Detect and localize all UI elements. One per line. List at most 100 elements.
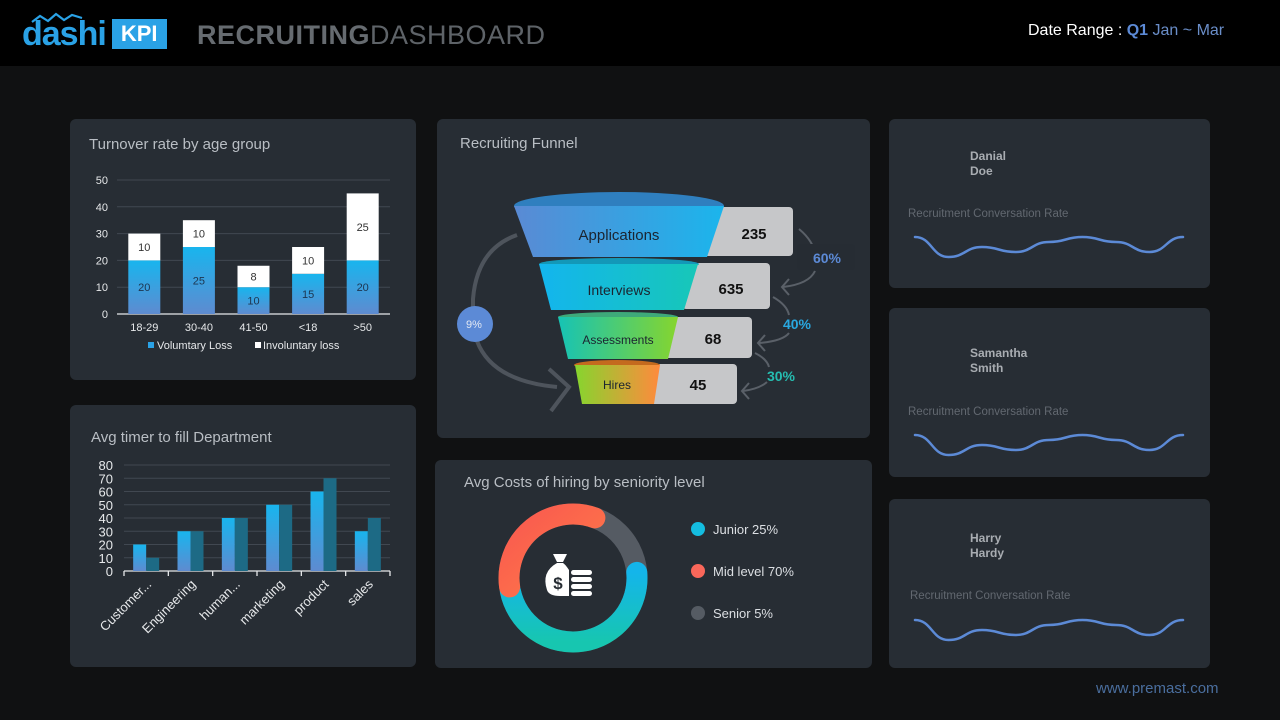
legend-swatch (255, 342, 261, 348)
top-bar: dashi KPI RECRUITINGDASHBOARD Date Range… (0, 0, 1280, 66)
y-tick-label: 40 (99, 511, 113, 526)
x-tick-label: marketing (236, 577, 287, 628)
date-quarter: Q1 (1126, 22, 1149, 39)
bar-series-1 (133, 544, 147, 571)
y-tick-label: 10 (99, 551, 113, 566)
bar-series-2 (279, 504, 293, 571)
fill-time-chart: 01020304050607080Customer...Engineeringh… (97, 458, 391, 636)
funnel-stage-label: Assessments (582, 333, 653, 347)
x-tick-label: 30-40 (185, 322, 213, 334)
y-tick-label: 10 (96, 282, 108, 294)
turnover-chart: 0 10 20 30 40 50 20 10 18-29 25 10 30-40 10 8 41-50 15 1… (96, 175, 390, 352)
sparkline (913, 618, 1185, 642)
legend-swatch (148, 342, 154, 348)
y-tick-label: 80 (99, 458, 113, 473)
data-label: 8 (250, 271, 256, 283)
money-bag-icon: $ (545, 554, 592, 596)
data-label: 10 (247, 296, 259, 308)
overall-conversion-rate: 9% (466, 319, 482, 331)
y-tick-label: 50 (96, 175, 108, 187)
y-tick-label: 40 (96, 202, 108, 214)
bar-series-2 (234, 518, 248, 571)
conversion-rate: 60% (813, 250, 842, 266)
legend-label: Volumtary Loss (157, 340, 233, 352)
donut-slice-junior (499, 561, 648, 653)
bar-series-1 (221, 518, 235, 571)
sparkline-path (913, 433, 1185, 457)
x-tick-label: sales (344, 576, 376, 608)
data-label: 20 (357, 282, 369, 294)
y-tick-label: 70 (99, 471, 113, 486)
funnel-stage-value: 235 (741, 226, 766, 243)
person-card[interactable]: Harry Hardy Recruitment Conversation Rate (889, 499, 1210, 668)
x-tick-label: 18-29 (130, 322, 158, 334)
y-tick-label: 20 (96, 255, 108, 267)
bar-series-1 (310, 491, 324, 571)
x-tick-label: >50 (353, 322, 372, 334)
data-label: 25 (193, 276, 205, 288)
title-light: DASHBOARD (370, 20, 546, 50)
y-tick-label: 0 (102, 309, 108, 321)
bar-series-1 (177, 531, 191, 571)
funnel-stage-value: 45 (690, 377, 707, 394)
y-tick-label: 30 (96, 229, 108, 241)
bar-series-2 (323, 478, 337, 571)
legend-dot (691, 606, 705, 620)
bar-series-1 (354, 531, 368, 571)
funnel-graphic: Applications Interviews Assessments Hire… (457, 192, 855, 413)
sparkline-path (913, 618, 1185, 642)
bar-series-2 (146, 557, 160, 571)
legend-label: Junior 25% (713, 522, 778, 537)
turnover-card: Turnover rate by age group 0 10 20 30 40 50 20… (70, 119, 416, 380)
fill-time-card: Avg timer to fill Department 0 10 20 30 40 50… (70, 405, 416, 667)
legend-dot (691, 522, 705, 536)
x-tick-label: 41-50 (239, 322, 267, 334)
data-label: 20 (138, 282, 150, 294)
person-card[interactable]: Samantha Smith Recruitment Conversation R… (889, 308, 1210, 477)
legend-dot (691, 564, 705, 578)
y-tick-label: 50 (99, 498, 113, 513)
data-label: 10 (138, 242, 150, 254)
funnel-stage-label: Hires (603, 378, 631, 392)
sparkline (913, 235, 1185, 259)
logo-text: dashi (22, 12, 107, 52)
svg-text:$: $ (553, 574, 563, 593)
person-card[interactable]: Danial Doe Recruitment Conversation Rate (889, 119, 1210, 288)
funnel-stage-value: 635 (718, 281, 743, 298)
title-bold: RECRUITING (197, 20, 370, 50)
date-label: Date Range : (1028, 22, 1123, 39)
data-label: 10 (302, 255, 314, 267)
data-label: 15 (302, 289, 314, 301)
bar-series-1 (266, 504, 280, 571)
funnel-stage-label: Applications (579, 227, 660, 244)
logo-wave-icon (31, 12, 83, 23)
funnel-stage-label: Interviews (587, 282, 650, 298)
x-tick-label: <18 (299, 322, 318, 334)
legend-label: Senior 5% (713, 606, 773, 621)
y-tick-label: 60 (99, 485, 113, 500)
costs-card: Avg Costs of hiring by seniority level $… (435, 460, 872, 668)
funnel-stage-value: 68 (705, 331, 722, 348)
data-label: 25 (357, 222, 369, 234)
sparkline (913, 433, 1185, 457)
date-months: Jan ~ Mar (1152, 22, 1225, 39)
y-tick-label: 30 (99, 524, 113, 539)
sparkline-path (913, 235, 1185, 259)
date-range[interactable]: Date Range : Q1 Jan ~ Mar (1028, 22, 1224, 40)
data-label: 10 (193, 229, 205, 241)
costs-donut-chart: $ Junior 25% Mid level 70% Senior 5% (498, 503, 794, 653)
x-tick-label: product (290, 576, 332, 618)
logo-badge: KPI (111, 19, 167, 49)
conversion-rate: 30% (767, 368, 796, 384)
conversion-rate: 40% (783, 316, 812, 332)
page-title: RECRUITINGDASHBOARD (197, 20, 546, 51)
legend-label: Involuntary loss (263, 340, 340, 352)
footer-url[interactable]: www.premast.com (1096, 680, 1219, 697)
y-tick-label: 0 (106, 564, 113, 579)
funnel-card: Recruiting Funnel Applications Interview… (437, 119, 870, 438)
bar-series-2 (367, 518, 381, 571)
y-tick-label: 20 (99, 538, 113, 553)
logo: dashi KPI (22, 12, 167, 54)
bar-series-2 (190, 531, 204, 571)
legend-label: Mid level 70% (713, 564, 794, 579)
